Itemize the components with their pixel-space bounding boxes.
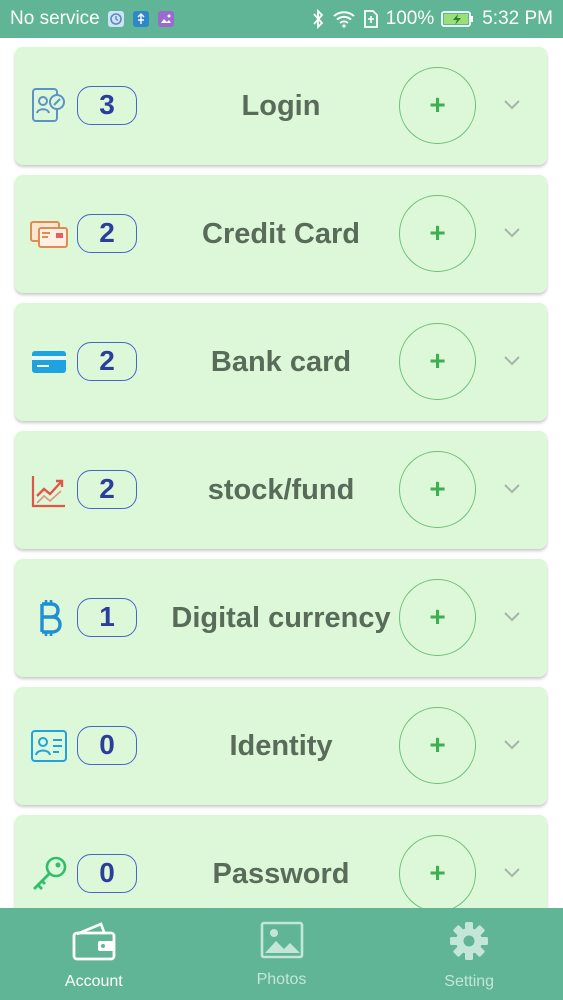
category-title[interactable]: Password	[155, 815, 407, 908]
chevron-down-icon[interactable]	[501, 353, 523, 369]
chevron-down-icon[interactable]	[501, 97, 523, 113]
category-title[interactable]: Identity	[155, 687, 407, 805]
nav-label-account: Account	[64, 973, 123, 990]
item-count-badge: 1	[77, 598, 137, 637]
battery-icon	[441, 10, 475, 28]
add-button[interactable]: +	[399, 195, 476, 272]
battery-percent: 100%	[385, 8, 435, 29]
category-card-login[interactable]: 3 Login +	[15, 47, 547, 165]
add-button[interactable]: +	[399, 451, 476, 528]
bank-card-icon	[29, 342, 69, 382]
nav-label-setting: Setting	[444, 973, 495, 990]
stock-fund-icon	[29, 470, 69, 510]
nav-item-photos[interactable]: Photos	[188, 908, 376, 1000]
status-bar: No service 100% 5:32 PM	[0, 0, 563, 38]
item-count-badge: 2	[77, 214, 137, 253]
bitcoin-icon	[29, 598, 69, 638]
category-card-password[interactable]: 0 Password +	[15, 815, 547, 908]
chevron-down-icon[interactable]	[501, 481, 523, 497]
carrier-label: No service	[10, 8, 100, 29]
chevron-down-icon[interactable]	[501, 865, 523, 881]
item-count-badge: 0	[77, 854, 137, 893]
chevron-down-icon[interactable]	[501, 225, 523, 241]
wifi-icon	[332, 10, 356, 28]
chevron-down-icon[interactable]	[501, 609, 523, 625]
nav-label-photos: Photos	[256, 971, 307, 988]
category-list[interactable]: 3 Login + 2 Credit Card + 2 Bank card + …	[0, 38, 563, 908]
category-card-bank-card[interactable]: 2 Bank card +	[15, 303, 547, 421]
login-icon	[29, 86, 69, 126]
item-count-badge: 0	[77, 726, 137, 765]
category-title[interactable]: stock/fund	[155, 431, 407, 549]
item-count-badge: 3	[77, 86, 137, 125]
category-title[interactable]: Bank card	[155, 303, 407, 421]
clock-time: 5:32 PM	[482, 8, 553, 29]
gear-icon	[448, 920, 490, 967]
add-button[interactable]: +	[399, 835, 476, 908]
category-card-credit-card[interactable]: 2 Credit Card +	[15, 175, 547, 293]
add-button[interactable]: +	[399, 323, 476, 400]
item-count-badge: 2	[77, 470, 137, 509]
image-icon	[260, 920, 304, 965]
add-button[interactable]: +	[399, 707, 476, 784]
nav-item-account[interactable]: Account	[0, 908, 188, 1000]
chevron-down-icon[interactable]	[501, 737, 523, 753]
bluetooth-icon	[311, 9, 325, 29]
category-title[interactable]: Digital currency	[155, 559, 407, 677]
key-icon	[29, 854, 69, 894]
bottom-navigation: Account Photos Setting	[0, 908, 563, 1000]
add-button[interactable]: +	[399, 579, 476, 656]
sim-icon	[363, 9, 379, 29]
item-count-badge: 2	[77, 342, 137, 381]
category-card-identity[interactable]: 0 Identity +	[15, 687, 547, 805]
gallery-icon	[157, 10, 175, 28]
wallet-icon	[71, 920, 117, 967]
identity-icon	[29, 726, 69, 766]
usb-icon	[132, 10, 150, 28]
alarm-icon	[107, 10, 125, 28]
category-title[interactable]: Credit Card	[155, 175, 407, 293]
category-card-stock-fund[interactable]: 2 stock/fund +	[15, 431, 547, 549]
credit-card-icon	[29, 214, 69, 254]
nav-item-setting[interactable]: Setting	[375, 908, 563, 1000]
category-card-digital-currency[interactable]: 1 Digital currency +	[15, 559, 547, 677]
category-title[interactable]: Login	[155, 47, 407, 165]
add-button[interactable]: +	[399, 67, 476, 144]
